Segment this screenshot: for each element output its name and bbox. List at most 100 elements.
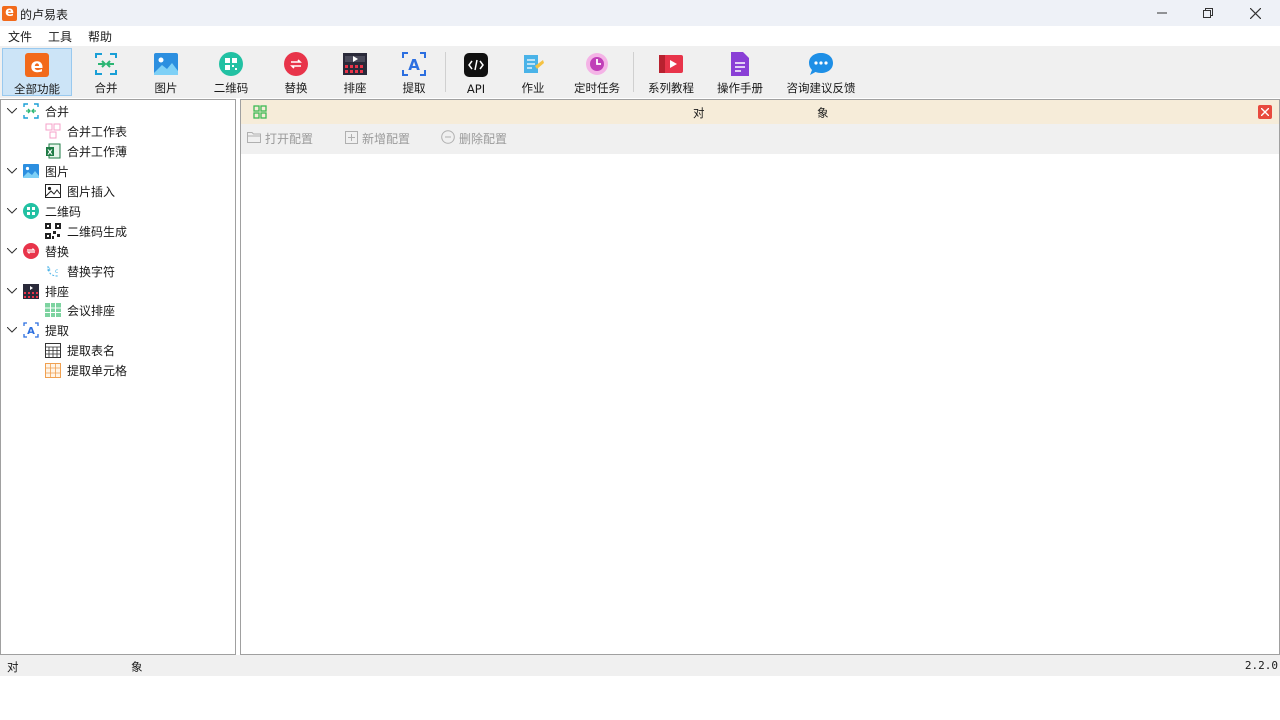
app-logo-icon: e <box>24 53 50 77</box>
seating-icon <box>23 283 39 299</box>
tree-node-picture[interactable]: 图片 <box>6 161 69 181</box>
chevron-down-icon[interactable] <box>6 285 18 297</box>
panel-toolbar: 打开配置 新增配置 删除配置 <box>241 124 1279 154</box>
image-icon <box>153 52 179 76</box>
table-green-icon <box>45 302 61 318</box>
open-config-button[interactable]: 打开配置 <box>247 130 313 147</box>
menu-file[interactable]: 文件 <box>0 26 40 46</box>
title-bar: e 的卢易表 <box>0 0 1280 26</box>
excel-icon: X <box>45 143 61 159</box>
grid-icon <box>253 105 267 122</box>
toolbar-job-button[interactable]: 作业 <box>507 48 559 96</box>
toolbar-qrcode-button[interactable]: 二维码 <box>205 48 257 96</box>
code-icon <box>463 52 489 78</box>
panel-header-left-text: 对 <box>693 106 705 120</box>
panel-close-button[interactable] <box>1258 105 1272 119</box>
replace-icon <box>283 52 309 76</box>
toolbar-separator <box>445 52 446 92</box>
menu-help[interactable]: 帮助 <box>80 26 120 46</box>
merge-sheets-icon <box>45 123 61 139</box>
tree-node-replace[interactable]: 替换 <box>6 241 69 261</box>
menu-tools[interactable]: 工具 <box>40 26 80 46</box>
toolbar-extract-button[interactable]: A 提取 <box>388 48 440 96</box>
status-middle-text: 象 <box>131 660 143 674</box>
qrcode-black-icon <box>45 223 61 239</box>
tree-node-extract[interactable]: A 提取 <box>6 320 69 340</box>
chevron-down-icon[interactable] <box>6 245 18 257</box>
toolbar-schedule-button[interactable]: 定时任务 <box>566 48 628 96</box>
minus-circle-icon <box>441 130 455 147</box>
toolbar-merge-button[interactable]: 合并 <box>80 48 132 96</box>
restore-icon <box>1203 8 1213 18</box>
close-icon <box>1249 7 1261 19</box>
picture-insert-icon <box>45 183 61 199</box>
manual-icon <box>727 52 753 76</box>
extract-text-icon: A <box>401 52 427 76</box>
tree-leaf-replace-chars[interactable]: ac 替换字符 <box>45 261 115 281</box>
object-panel: 对 象 打开配置 新增配置 删除配置 <box>240 99 1280 655</box>
app-window: e 的卢易表 文件 工具 帮助 e 全部功能 合并 图片 二维码 替换 排座 A… <box>0 0 1280 676</box>
minimize-button[interactable] <box>1139 0 1185 26</box>
svg-text:A: A <box>408 56 420 74</box>
tree-leaf-picture-insert[interactable]: 图片插入 <box>45 181 115 201</box>
video-tutorial-icon <box>658 52 684 76</box>
tree-leaf-extract-sheet-names[interactable]: 提取表名 <box>45 340 115 360</box>
close-icon <box>1261 108 1269 116</box>
minimize-icon <box>1157 12 1167 14</box>
toolbar-all-functions-button[interactable]: e 全部功能 <box>2 48 72 96</box>
tree-leaf-merge-sheets[interactable]: 合并工作表 <box>45 121 127 141</box>
tree-leaf-qrcode-generate[interactable]: 二维码生成 <box>45 221 127 241</box>
merge-icon <box>93 52 119 76</box>
svg-text:a: a <box>47 266 51 273</box>
svg-text:e: e <box>31 55 44 77</box>
app-logo-icon: e <box>2 6 17 21</box>
qrcode-icon <box>23 203 39 219</box>
close-window-button[interactable] <box>1232 0 1278 26</box>
tree-node-merge[interactable]: 合并 <box>6 101 69 121</box>
new-config-button[interactable]: 新增配置 <box>345 130 410 147</box>
version-label: 2.2.0 <box>1244 659 1278 672</box>
svg-text:c: c <box>55 268 58 275</box>
svg-text:X: X <box>47 149 53 157</box>
toolbar-manual-button[interactable]: 操作手册 <box>711 48 769 96</box>
table-grid-icon <box>45 342 61 358</box>
status-left-text: 对 <box>7 660 19 674</box>
plus-square-icon <box>345 130 358 147</box>
status-bar: 对 象 2.2.0 <box>0 655 1280 676</box>
toolbar-api-button[interactable]: API <box>450 48 502 96</box>
extract-text-icon: A <box>23 322 39 338</box>
tree-node-qrcode[interactable]: 二维码 <box>6 201 81 221</box>
replace-chars-icon: ac <box>45 263 61 279</box>
toolbar-feedback-button[interactable]: 咨询建议反馈 <box>781 48 861 96</box>
image-icon <box>23 163 39 179</box>
window-title: 的卢易表 <box>20 8 69 22</box>
chevron-down-icon[interactable] <box>6 105 18 117</box>
panel-header-right-text: 象 <box>817 106 829 120</box>
qrcode-icon <box>218 52 244 76</box>
menu-bar: 文件 工具 帮助 <box>0 26 1280 46</box>
folder-icon <box>247 131 261 146</box>
tree-leaf-meeting-seating[interactable]: 会议排座 <box>45 300 115 320</box>
chevron-down-icon[interactable] <box>6 324 18 336</box>
chevron-down-icon[interactable] <box>6 205 18 217</box>
toolbar-seating-button[interactable]: 排座 <box>329 48 381 96</box>
job-icon <box>520 52 546 76</box>
toolbar-replace-button[interactable]: 替换 <box>270 48 322 96</box>
toolbar-separator <box>633 52 634 92</box>
function-tree: 合并 合并工作表 X 合并工作薄 图片 图片插入 二维码 二维码生成 替换 a … <box>0 99 236 655</box>
clock-icon <box>584 52 610 76</box>
chat-icon <box>808 52 834 76</box>
restore-button[interactable] <box>1185 0 1231 26</box>
tree-leaf-extract-cells[interactable]: 提取单元格 <box>45 360 127 380</box>
tree-node-seating[interactable]: 排座 <box>6 281 69 301</box>
table-orange-icon <box>45 362 61 378</box>
svg-text:A: A <box>27 326 35 337</box>
chevron-down-icon[interactable] <box>6 165 18 177</box>
replace-icon <box>23 243 39 259</box>
toolbar-tutorials-button[interactable]: 系列教程 <box>642 48 700 96</box>
delete-config-button[interactable]: 删除配置 <box>441 130 507 147</box>
tree-leaf-merge-workbooks[interactable]: X 合并工作薄 <box>45 141 127 161</box>
seating-icon <box>342 52 368 76</box>
toolbar-picture-button[interactable]: 图片 <box>140 48 192 96</box>
toolbar: e 全部功能 合并 图片 二维码 替换 排座 A 提取 API 作业 定时任务 … <box>0 46 1280 98</box>
